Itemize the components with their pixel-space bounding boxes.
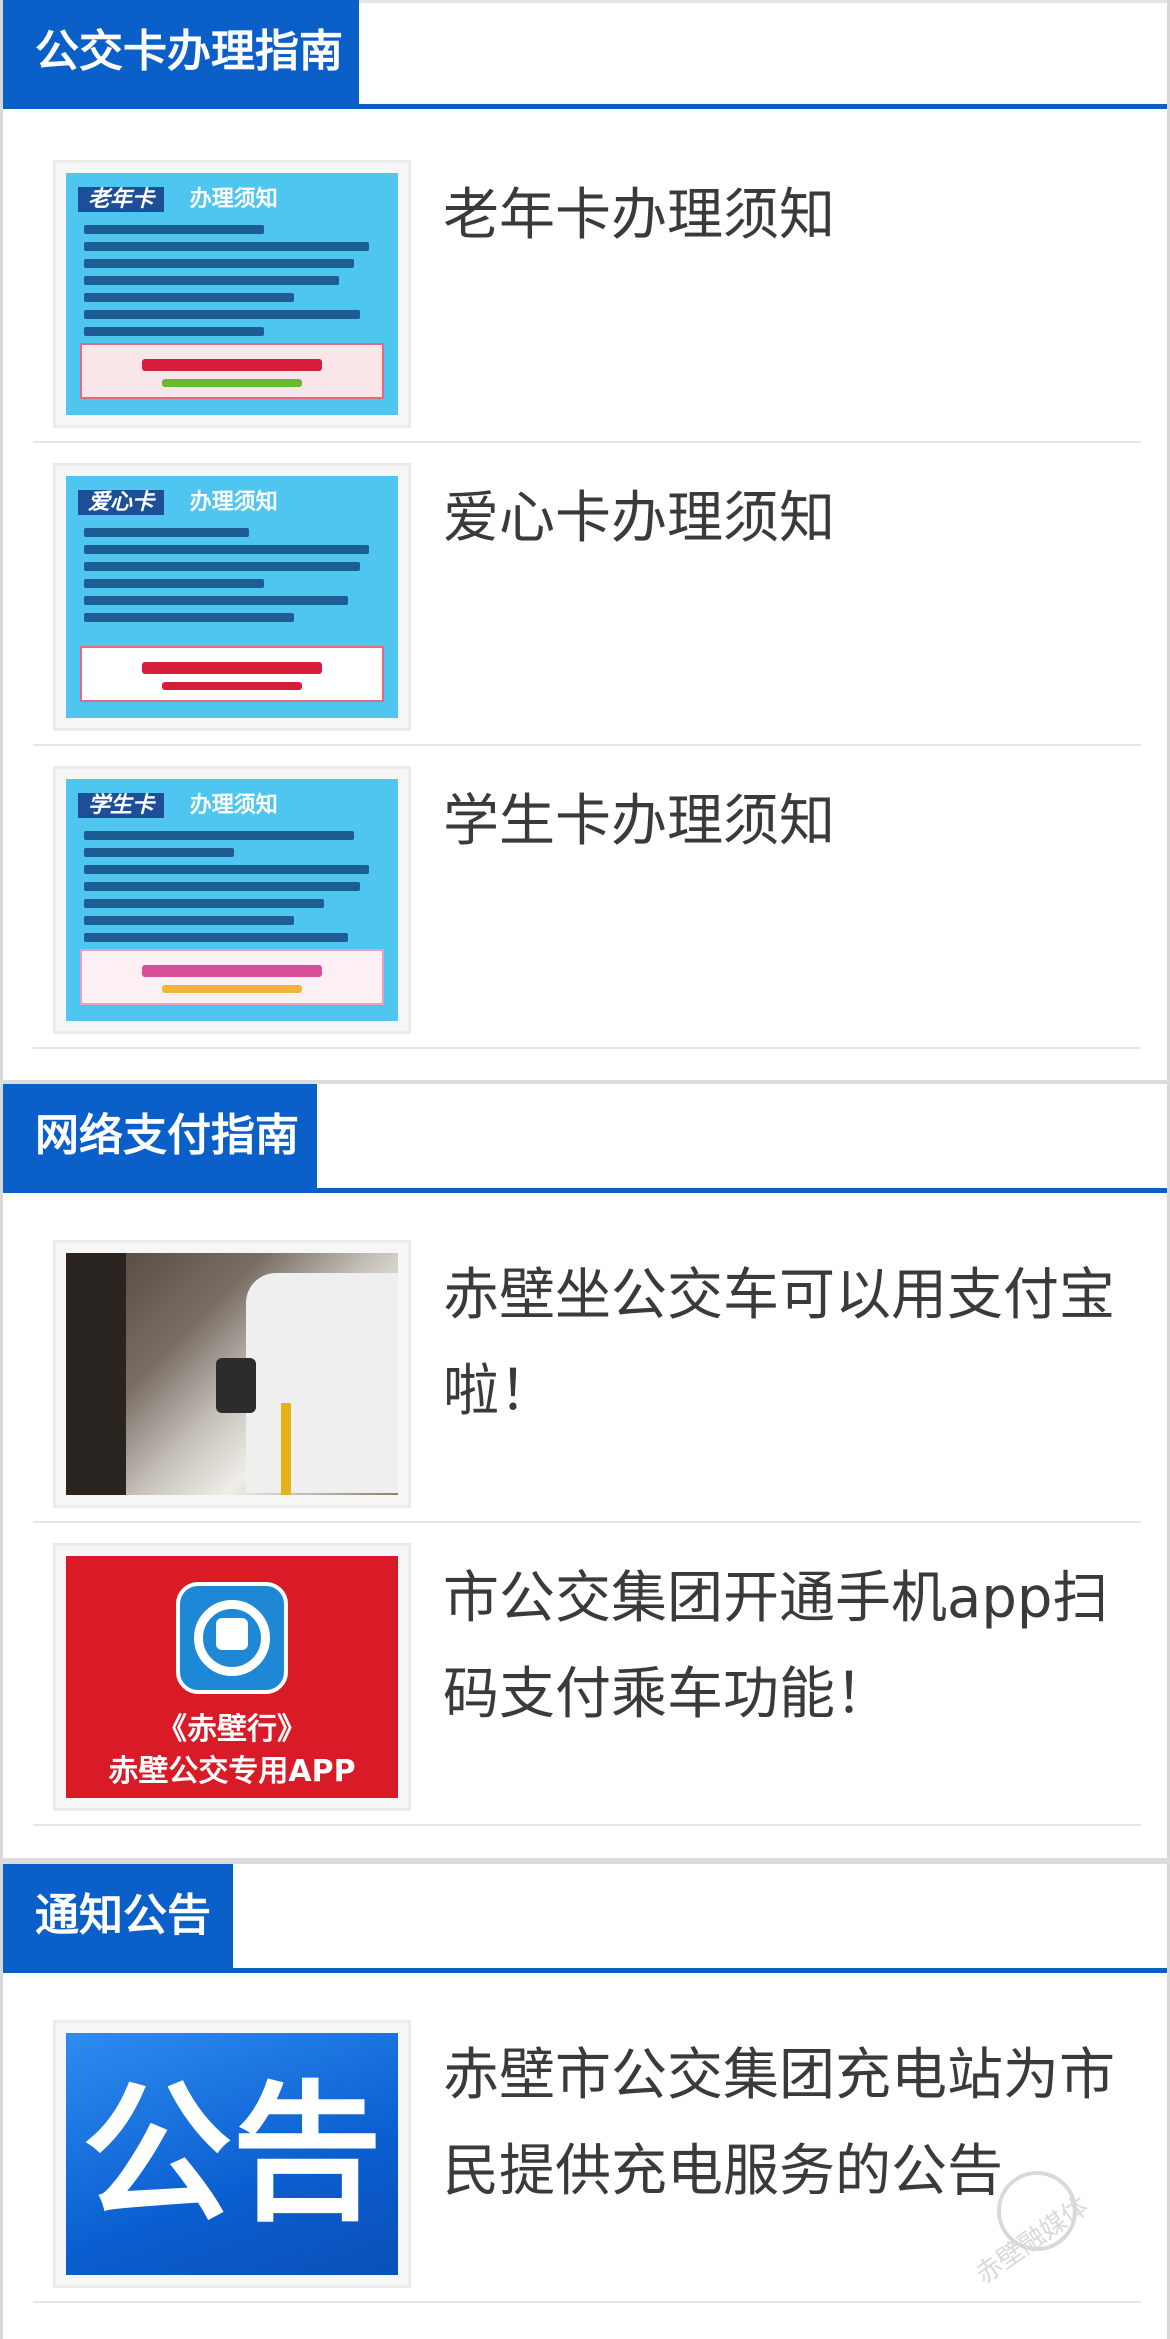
- poster-heading: 爱心卡: [78, 490, 165, 515]
- senior-card-poster: 老年卡 办理须知: [66, 173, 398, 415]
- item-title: 学生卡办理须知: [443, 789, 835, 854]
- poster-text-lines: [84, 831, 384, 950]
- poster-banner: [80, 646, 384, 702]
- watermark: 赤壁融媒体: [967, 2171, 1147, 2311]
- poster-subheading: 办理须知: [189, 793, 278, 818]
- item-title: 老年卡办理须知: [443, 183, 835, 248]
- poster-text-lines: [84, 528, 384, 630]
- section-header: 公交卡办理指南: [3, 0, 1167, 109]
- thumbnail: 公告: [53, 2020, 411, 2288]
- app-tagline: 赤壁公交专用APP: [108, 1754, 356, 1789]
- list-item[interactable]: 《赤壁行》 赤壁公交专用APP 市公交集团开通手机app扫码支付乘车功能！: [33, 1523, 1141, 1826]
- bus-payment-photo: [66, 1253, 398, 1495]
- list-item[interactable]: 爱心卡 办理须知 爱心卡办理须知: [33, 443, 1141, 746]
- section-card-guide: 公交卡办理指南 老年卡 办理须知 老年卡办理须知 爱心卡 办理须知 爱心卡办理须…: [0, 0, 1170, 1080]
- notice-image: 公告: [66, 2033, 398, 2275]
- thumbnail: 学生卡 办理须知: [53, 766, 411, 1034]
- section-header: 网络支付指南: [3, 1084, 1167, 1193]
- section-notices: 通知公告 公告 赤壁市公交集团充电站为市民提供充电服务的公告 赤壁融媒体: [0, 1864, 1170, 2339]
- poster-subheading: 办理须知: [189, 187, 278, 212]
- thumbnail: 老年卡 办理须知: [53, 160, 411, 428]
- thumbnail: [53, 1240, 411, 1508]
- notice-image-text: 公告: [81, 2066, 382, 2242]
- section-header: 通知公告: [3, 1864, 1167, 1973]
- payment-reader: [216, 1358, 256, 1413]
- poster-banner: [80, 343, 384, 399]
- poster-heading: 老年卡: [78, 187, 165, 212]
- student-card-poster: 学生卡 办理须知: [66, 779, 398, 1021]
- section-online-payment: 网络支付指南 赤壁坐公交车可以用支付宝啦！ 《赤壁行》 赤壁公交专用APP 市公…: [0, 1084, 1170, 1858]
- section-title: 公交卡办理指南: [3, 0, 359, 104]
- item-title: 市公交集团开通手机app扫码支付乘车功能！: [443, 1566, 1109, 1727]
- app-name: 《赤壁行》: [157, 1712, 307, 1747]
- thumbnail: 爱心卡 办理须知: [53, 463, 411, 731]
- poster-heading: 学生卡: [78, 793, 165, 818]
- poster-text-lines: [84, 225, 384, 344]
- list-item[interactable]: 学生卡 办理须知 学生卡办理须知: [33, 746, 1141, 1049]
- list-item[interactable]: 老年卡 办理须知 老年卡办理须知: [33, 140, 1141, 443]
- section-title: 网络支付指南: [3, 1084, 317, 1188]
- header-rule: [3, 1188, 1167, 1193]
- section-title: 通知公告: [3, 1864, 233, 1968]
- list-item[interactable]: 赤壁坐公交车可以用支付宝啦！: [33, 1220, 1141, 1523]
- header-rule: [3, 104, 1167, 109]
- item-title: 爱心卡办理须知: [443, 486, 835, 551]
- poster-banner: [80, 949, 384, 1005]
- poster-subheading: 办理须知: [189, 490, 278, 515]
- love-card-poster: 爱心卡 办理须知: [66, 476, 398, 718]
- app-promo-image: 《赤壁行》 赤壁公交专用APP: [66, 1556, 398, 1798]
- thumbnail: 《赤壁行》 赤壁公交专用APP: [53, 1543, 411, 1811]
- header-rule: [3, 1968, 1167, 1973]
- bus-app-icon: [176, 1582, 288, 1694]
- item-title: 赤壁坐公交车可以用支付宝啦！: [443, 1263, 1115, 1424]
